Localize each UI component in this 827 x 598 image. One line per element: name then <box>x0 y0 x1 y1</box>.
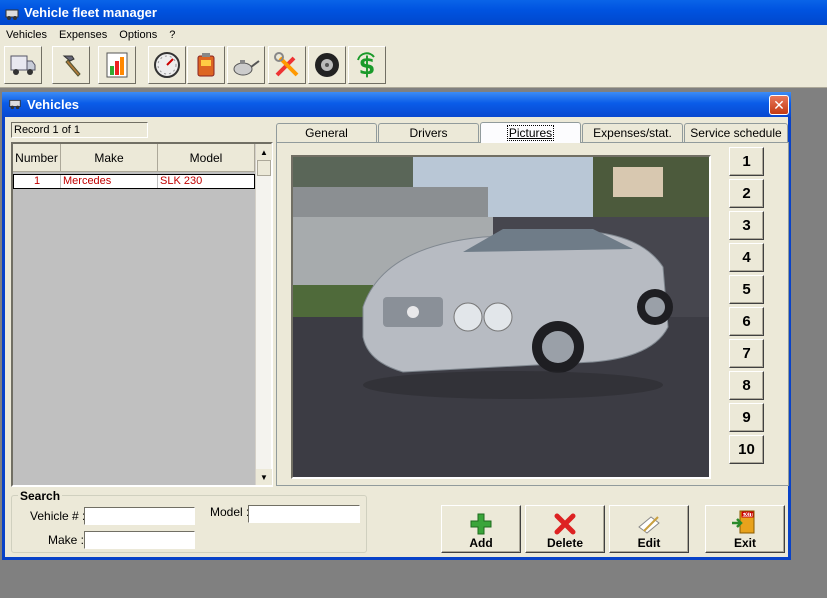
vehicle-picture <box>291 155 711 479</box>
window-title: Vehicles <box>27 97 80 112</box>
picture-button-2[interactable]: 2 <box>729 179 764 208</box>
oil-can-icon <box>233 60 260 76</box>
app-icon <box>4 5 20 21</box>
delete-label: Delete <box>546 536 584 550</box>
money-icon: $ <box>357 52 375 80</box>
delete-button[interactable]: Delete <box>525 505 605 553</box>
exit-button[interactable]: EXIT Exit <box>705 505 785 553</box>
model-label: Model : <box>210 505 250 519</box>
fuel-toolbar-button[interactable] <box>187 46 225 84</box>
scroll-up-icon[interactable]: ▲ <box>256 144 272 160</box>
hammer-icon <box>62 55 81 77</box>
edit-label: Edit <box>637 536 661 550</box>
make-input[interactable] <box>84 531 195 549</box>
tools-toolbar-button[interactable] <box>268 46 306 84</box>
exit-label: Exit <box>733 536 756 550</box>
plus-icon <box>470 513 492 535</box>
grid-header: Number Make Model <box>13 144 255 172</box>
cell-model: SLK 230 <box>160 175 203 187</box>
picture-button-8[interactable]: 8 <box>729 371 764 400</box>
cell-number: 1 <box>14 175 61 188</box>
close-icon: ✕ <box>773 96 785 113</box>
vehicle-number-input[interactable] <box>84 507 195 525</box>
menu-expenses[interactable]: Expenses <box>53 29 113 41</box>
vehicles-window: Vehicles ✕ Record 1 of 1 Number Make Mod… <box>2 92 791 560</box>
speedometer-icon <box>154 52 180 78</box>
pictures-tab-panel: 1 2 3 4 5 6 7 8 9 10 <box>276 142 789 486</box>
column-header-number[interactable]: Number <box>13 144 61 172</box>
add-button[interactable]: Add <box>441 505 521 553</box>
menu-options[interactable]: Options <box>113 29 163 41</box>
chart-icon <box>106 52 128 78</box>
maintenance-toolbar-button[interactable] <box>52 46 90 84</box>
edit-button[interactable]: Edit <box>609 505 689 553</box>
cell-make: Mercedes <box>61 175 158 188</box>
picture-button-4[interactable]: 4 <box>729 243 764 272</box>
tab-drivers[interactable]: Drivers <box>378 123 479 142</box>
picture-button-7[interactable]: 7 <box>729 339 764 368</box>
picture-button-10[interactable]: 10 <box>729 435 764 464</box>
reports-toolbar-button[interactable] <box>98 46 136 84</box>
picture-button-5[interactable]: 5 <box>729 275 764 304</box>
add-label: Add <box>469 536 493 550</box>
menu-bar: Vehicles Expenses Options ? <box>0 25 827 44</box>
window-icon <box>8 96 22 113</box>
menu-help[interactable]: ? <box>163 29 181 41</box>
picture-button-1[interactable]: 1 <box>729 147 764 176</box>
tools-icon <box>274 52 299 77</box>
toolbar: $ <box>0 44 827 88</box>
tires-toolbar-button[interactable] <box>308 46 346 84</box>
vehicles-grid[interactable]: Number Make Model 1 Mercedes SLK 230 ▲ ▼ <box>11 142 273 487</box>
make-label: Make : <box>48 533 85 547</box>
delete-icon <box>554 513 576 535</box>
tab-expenses-stat[interactable]: Expenses/stat. <box>582 123 683 142</box>
edit-icon <box>638 516 660 534</box>
column-header-make[interactable]: Make <box>61 144 158 172</box>
picture-button-9[interactable]: 9 <box>729 403 764 432</box>
fuel-can-icon <box>197 53 215 77</box>
tab-general[interactable]: General <box>276 123 377 142</box>
oil-toolbar-button[interactable] <box>227 46 265 84</box>
truck-icon <box>10 55 36 75</box>
record-indicator: Record 1 of 1 <box>11 122 148 138</box>
exit-door-icon: EXIT <box>732 510 755 534</box>
tire-icon <box>315 53 339 77</box>
model-input[interactable] <box>248 505 360 523</box>
app-title: Vehicle fleet manager <box>24 5 157 20</box>
vehicle-number-label: Vehicle # : <box>30 509 86 523</box>
search-title: Search <box>18 489 63 503</box>
table-row[interactable]: 1 Mercedes SLK 230 <box>13 174 255 189</box>
vehicles-toolbar-button[interactable] <box>4 46 42 84</box>
picture-button-3[interactable]: 3 <box>729 211 764 240</box>
tab-service-schedule[interactable]: Service schedule <box>684 123 788 142</box>
column-header-model[interactable]: Model <box>158 144 255 172</box>
tab-pictures[interactable]: Pictures <box>480 122 581 143</box>
picture-button-6[interactable]: 6 <box>729 307 764 336</box>
app-titlebar: Vehicle fleet manager <box>0 0 827 25</box>
scroll-down-icon[interactable]: ▼ <box>256 469 272 485</box>
vehicles-window-titlebar: Vehicles ✕ <box>2 92 791 117</box>
search-group: Search Vehicle # : Make : Model : <box>11 489 367 553</box>
scroll-thumb[interactable] <box>257 160 271 176</box>
close-button[interactable]: ✕ <box>769 95 789 115</box>
mileage-toolbar-button[interactable] <box>148 46 186 84</box>
grid-scrollbar[interactable]: ▲ ▼ <box>255 144 272 485</box>
svg-text:EXIT: EXIT <box>742 512 754 518</box>
costs-toolbar-button[interactable]: $ <box>348 46 386 84</box>
menu-vehicles[interactable]: Vehicles <box>0 29 53 41</box>
